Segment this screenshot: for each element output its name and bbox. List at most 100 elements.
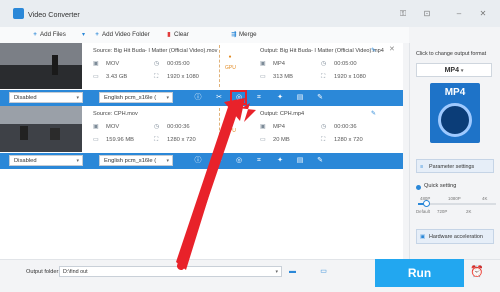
parameter-settings-button[interactable]: ≡ Parameter settings (416, 159, 494, 173)
output-folder-label: Output folder: (26, 269, 60, 275)
source-resolution: ⛶ 1280 x 720 (154, 137, 196, 143)
plus-icon: + (95, 31, 99, 38)
output-folder-field[interactable]: D:\find out ▾ (59, 266, 282, 277)
chevron-down-icon: ▾ (166, 95, 169, 101)
quality-slider[interactable] (418, 200, 496, 207)
quick-setting-icon (416, 185, 421, 190)
file-control-bar: Disabled ▾ English pcm_s16le ( ▾ ⓘ ✂ ◎ ⌗ ✦… (0, 153, 409, 169)
hardware-acceleration-label: Hardware acceleration (429, 234, 483, 240)
quality-label-4k: 4K (482, 196, 488, 201)
plus-icon: + (33, 31, 37, 38)
quality-label-720p: 720P (437, 209, 448, 214)
add-video-folder-button[interactable]: + Add Video Folder (92, 29, 150, 41)
clock-icon: ◷ (321, 124, 327, 130)
cut-icon[interactable]: ✂ (213, 156, 225, 166)
subtitle-dropdown[interactable]: Disabled ▾ (9, 92, 83, 103)
alarm-clock-icon[interactable]: ⏰ (470, 265, 484, 279)
video-format-icon: ▣ (260, 124, 266, 130)
subtitle-value: Disabled (14, 158, 37, 164)
run-button[interactable]: Run (375, 259, 464, 287)
quality-label-2k: 2K (466, 209, 472, 214)
video-thumbnail[interactable] (0, 106, 82, 152)
merge-button[interactable]: ⇶ Merge (229, 29, 257, 41)
output-name: Output: Big Hit Buda- I Matter (Official… (260, 48, 384, 54)
open-folder-icon[interactable]: ▬ (287, 267, 298, 276)
subtitle-icon[interactable]: ▤ (294, 93, 306, 103)
video-format-icon: ▣ (93, 61, 99, 67)
chevron-down-icon: ▾ (460, 68, 464, 74)
resolution-icon: ⛶ (321, 137, 326, 143)
audio-dropdown[interactable]: English pcm_s16le ( ▾ (99, 155, 173, 166)
audio-value: English pcm_s16le ( (104, 95, 157, 101)
edit-icon[interactable]: ✎ (314, 93, 326, 103)
effects-icon[interactable]: ◎ (233, 156, 245, 166)
file-list: Source: Big Hit Buda- I Matter (Official… (0, 43, 409, 259)
subtitle-icon[interactable]: ▤ (294, 156, 306, 166)
mp4-format-icon[interactable]: MP4 (430, 83, 480, 143)
film-reel-icon (438, 103, 472, 137)
folder-icon: ▭ (260, 74, 266, 80)
crop-icon[interactable]: ⌗ (253, 93, 265, 103)
source-format: ▣ MOV (93, 61, 120, 67)
source-name: Source: Big Hit Buda- I Matter (Official… (93, 48, 218, 54)
file-info: Source: CPH.mov ▣ MOV ◷ 00:00:36 ▭ 159.96 M… (86, 106, 396, 152)
output-resolution: ⛶ 1280 x 720 (321, 137, 363, 143)
app-logo-icon (13, 8, 24, 19)
video-thumbnail[interactable] (0, 43, 82, 89)
output-resolution: ⛶ 1920 x 1080 (321, 74, 366, 80)
remove-file-icon[interactable]: ✕ (389, 45, 395, 53)
key-icon[interactable]: ⚿ (396, 8, 410, 19)
quality-label-1080p: 1080P (448, 196, 461, 201)
highlight-box (230, 90, 247, 105)
cut-icon[interactable]: ✂ (213, 93, 225, 103)
file-row: Source: CPH.mov ▣ MOV ◷ 00:00:36 ▭ 159.96 M… (0, 106, 409, 180)
settings-icon: ≡ (420, 164, 424, 170)
source-size: ▭ 3.43 GB (93, 74, 128, 80)
format-value: MP4 (444, 67, 459, 74)
minimize-button[interactable]: – (452, 8, 466, 19)
source-format: ▣ MOV (93, 124, 120, 130)
clear-button[interactable]: ▮ Clear (164, 29, 189, 41)
subtitle-value: Disabled (14, 95, 37, 101)
source-name: Source: CPH.mov (93, 111, 138, 117)
audio-value: English pcm_s16le ( (104, 158, 157, 164)
merge-label: Merge (239, 31, 257, 38)
quality-slider-knob[interactable] (422, 200, 430, 207)
hardware-acceleration-button[interactable]: ▣ Hardware acceleration (416, 229, 494, 244)
output-folder-value: D:\find out (63, 269, 88, 275)
edit-output-icon[interactable]: ✎ (371, 47, 378, 54)
divider (219, 108, 221, 150)
window-title: Video Converter (28, 10, 80, 19)
gpu-icon: ● (228, 54, 232, 60)
browse-folder-icon[interactable]: ▭ (318, 267, 329, 276)
info-icon[interactable]: ⓘ (192, 93, 204, 103)
file-info: Source: Big Hit Buda- I Matter (Official… (86, 43, 396, 89)
merge-icon: ⇶ (231, 31, 237, 38)
output-format-panel: Click to change output format MP4 ▾ MP4 … (409, 43, 500, 259)
cart-icon[interactable]: ⊡ (420, 8, 434, 19)
file-control-bar: Disabled ▾ English pcm_s16le (▾ ⓘ ✂ ◎ ⌗ ✦… (0, 90, 409, 106)
source-duration: ◷ 00:00:36 (154, 124, 190, 130)
add-video-folder-label: Add Video Folder (102, 31, 150, 38)
folder-icon: ▭ (93, 74, 99, 80)
audio-dropdown[interactable]: English pcm_s16le ( ▾ (99, 92, 173, 103)
output-format-dropdown[interactable]: MP4 ▾ (416, 63, 492, 77)
close-button[interactable]: ✕ (476, 8, 490, 19)
format-icon-text: MP4 (444, 87, 466, 98)
add-files-label: Add Files (40, 31, 66, 38)
clock-icon: ◷ (321, 61, 327, 67)
crop-icon[interactable]: ⌗ (253, 156, 265, 166)
app-window: Video Converter ⚿ ⊡ – ✕ + Add Files ▾ + Ad… (0, 0, 500, 292)
parameter-settings-label: Parameter settings (429, 164, 475, 170)
magic-wand-icon[interactable]: ✦ (274, 156, 286, 166)
info-icon[interactable]: ⓘ (192, 156, 204, 166)
add-files-button[interactable]: + Add Files (30, 29, 66, 41)
magic-wand-icon[interactable]: ✦ (274, 93, 286, 103)
quality-label-default: Default (416, 209, 430, 214)
edit-output-icon[interactable]: ✎ (371, 110, 378, 117)
edit-icon[interactable]: ✎ (314, 156, 326, 166)
chevron-down-icon: ▾ (166, 158, 169, 164)
subtitle-dropdown[interactable]: Disabled ▾ (9, 155, 83, 166)
add-files-dropdown[interactable]: ▾ (82, 29, 85, 41)
video-format-icon: ▣ (93, 124, 99, 130)
